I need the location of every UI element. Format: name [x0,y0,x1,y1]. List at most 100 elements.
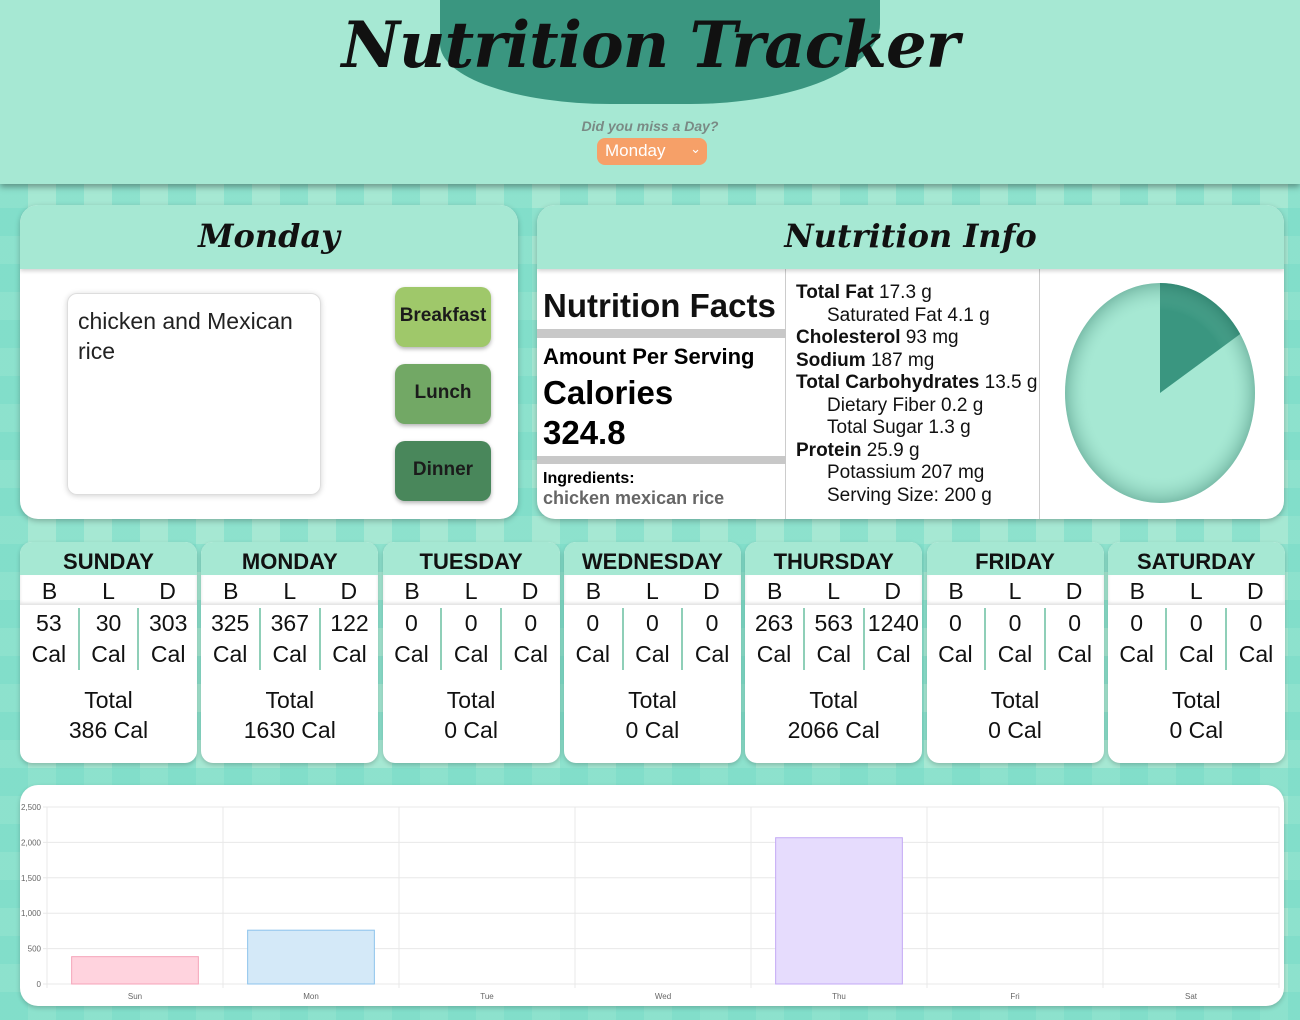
day-entry-card: Monday chicken and Mexican rice Breakfas… [20,205,518,519]
meal-calories: 0 Cal [927,608,985,670]
meal-letter: D [1246,578,1264,604]
day-card-monday: MONDAY B L D 325 Cal 367 Cal 122 Cal Total 1630 Cal [201,542,379,763]
day-total-value: 386 Cal [68,717,149,743]
bar-mon [247,929,375,985]
nutrient-label: Dietary Fiber [827,394,936,416]
divider [537,329,786,338]
meal-letter: D [521,578,539,604]
meal-calories: 0 Cal [621,608,682,670]
nutrient-value: 207 mg [915,462,985,483]
meal-values: 53 Cal 30 Cal 303 Cal [20,608,197,670]
meal-calories-value: 0 [524,610,538,636]
day-name: FRIDAY [926,542,1104,575]
meal-calories-value: 0 [1008,610,1022,636]
amount-per-serving: Amount Per Serving [543,344,755,369]
meal-calories-value: 0 [405,610,418,636]
nutrient-value: 4.1 g [942,304,990,326]
dinner-button[interactable]: Dinner [395,441,491,501]
meal-calories-unit: Cal [1179,641,1214,667]
meal-calories-unit: Cal [694,641,730,667]
y-tick-label: 500 [28,945,42,954]
day-total: Total 0 Cal [1108,685,1285,745]
nutrient-row: Serving Size: 200 g [796,485,1039,508]
meal-calories-unit: Cal [332,641,367,667]
nutrient-label: Protein [796,439,862,461]
nutrient-row: Dietary Fiber 0.2 g [796,395,1039,418]
bar-thu [775,837,903,985]
x-tick-label: Wed [655,992,671,1001]
meal-calories: 303 Cal [137,608,197,670]
nutrient-label: Total Sugar [827,417,924,438]
meal-values: 0 Cal 0 Cal 0 Cal [564,608,741,670]
meal-calories: 0 Cal [383,608,441,670]
meal-calories: 53 Cal [20,608,78,670]
day-total-label: Total [628,687,677,713]
nutrient-label: Total Fat [796,282,874,303]
app-header: Nutrition Tracker Did you miss a Day? Mo… [0,0,1300,184]
meal-calories-value: 0 [586,610,600,636]
meal-letters: BLD [927,575,1104,605]
day-card-sunday: SUNDAY B L D 53 Cal 30 Cal 303 Cal Total 386 Cal [20,542,197,763]
lunch-button[interactable]: Lunch [395,364,491,424]
nutrition-info-title: Nutrition Info [537,205,1284,269]
y-tick-label: 2,000 [21,838,42,847]
meal-letter: L [1189,578,1203,604]
nutrient-value: 1.3 g [923,417,971,438]
meal-calories-value: 1240 [867,610,919,636]
nutrient-value: 0.2 g [935,394,984,416]
day-select-value: Monday [605,141,666,160]
pie-shading [1065,283,1255,503]
meal-calories-unit: Cal [91,641,126,667]
nutrient-value: 13.5 g [979,372,1038,393]
meal-letters: BLD [745,575,922,605]
bar-sun [71,956,199,985]
meal-calories-value: 0 [1068,610,1082,636]
nutrient-label: Sodium [796,349,866,371]
meal-calories: 0 Cal [564,608,622,670]
nutrient-row: Saturated Fat 4.1 g [796,305,1039,328]
calories-label: Calories [543,374,674,411]
meal-calories-value: 563 [814,610,853,636]
meal-letter: L [827,578,841,604]
day-total-value: 0 Cal [625,717,680,743]
meal-calories-unit: Cal [938,641,973,667]
meal-calories-unit: Cal [272,641,308,667]
day-total-value: 1630 Cal [243,717,336,743]
meal-calories-unit: Cal [394,641,429,667]
day-total-label: Total [265,687,315,713]
meal-calories-value: 367 [270,610,309,636]
meal-calories-unit: Cal [635,641,670,667]
meal-calories: 122 Cal [318,608,379,670]
day-select[interactable]: Monday ⌄ [597,138,707,165]
meal-letter: B [585,578,602,604]
meal-calories: 367 Cal [258,608,319,670]
nutrient-value: 200 g [938,484,992,506]
day-total-label: Total [446,687,496,713]
y-tick-label: 2,500 [21,803,42,812]
chart-svg: 0 500 1,000 1,500 2,000 2,500 Sun Mon Tue Wed Thu F… [21,803,1280,1001]
meal-values: 263 Cal 563 Cal 1240 Cal [745,608,922,670]
y-tick-label: 1,500 [21,874,42,883]
x-tick-label: Mon [303,992,319,1001]
meal-calories-unit: Cal [876,641,911,667]
meal-letters: BLD [1108,575,1285,605]
meal-calories-value: 30 [95,610,122,636]
nutrient-list: Total Fat 17.3 g Saturated Fat 4.1 g Chole… [787,269,1040,519]
x-tick-label: Sun [128,992,142,1001]
meal-calories-value: 0 [646,610,659,636]
nutrient-row: Protein 25.9 g [796,440,1039,463]
meal-letter: B [404,578,420,604]
meal-values: 0 Cal 0 Cal 0 Cal [383,608,560,670]
meal-letters: BLD [383,575,560,605]
day-card-wednesday: WEDNESDAY B L D 0 Cal 0 Cal 0 Cal Total 0 Cal [563,542,741,763]
meal-calories-value: 122 [330,610,369,636]
calories-value: 324.8 [543,414,626,451]
meal-calories-value: 303 [148,610,188,636]
day-total: Total 0 Cal [564,685,741,745]
meal-calories-unit: Cal [1238,641,1274,667]
nutrient-label: Potassium [827,462,916,483]
breakfast-button[interactable]: Breakfast [395,287,491,347]
nutrition-info-card: Nutrition Info Nutrition Facts Amount Pe… [537,205,1284,519]
meal-letter: B [223,578,239,604]
food-input[interactable]: chicken and Mexican rice [67,293,321,495]
